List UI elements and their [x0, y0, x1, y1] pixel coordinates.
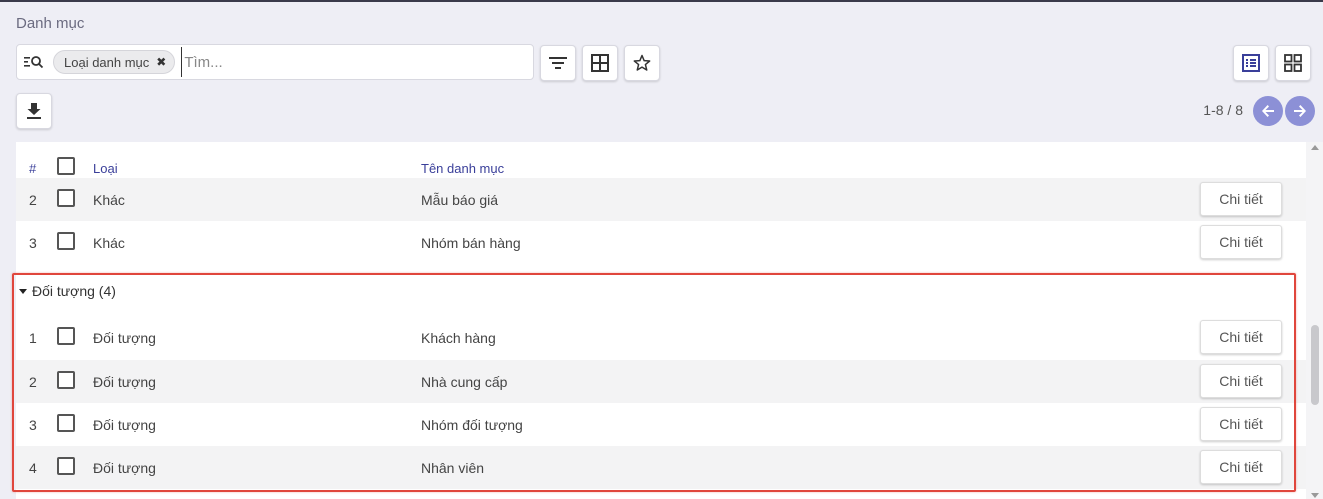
row-name: Nhà cung cấp	[421, 374, 508, 390]
detail-button[interactable]: Chi tiết	[1200, 225, 1282, 259]
row-index: 1	[29, 330, 37, 346]
list-view-icon	[1242, 54, 1260, 72]
next-page-button[interactable]	[1285, 96, 1315, 126]
row-checkbox[interactable]	[57, 457, 75, 475]
download-button[interactable]	[16, 93, 52, 129]
data-table: # Loại Tên danh mục 2 Khác Mẫu báo giá C…	[16, 142, 1306, 499]
group-header[interactable]: Đối tượng (4)	[19, 283, 116, 299]
row-index: 2	[29, 374, 37, 390]
column-name[interactable]: Tên danh mục	[421, 161, 504, 176]
row-index: 3	[29, 417, 37, 433]
filter-chip-label: Loại danh mục	[64, 54, 150, 70]
row-type: Đối tượng	[93, 374, 156, 390]
table-row[interactable]: 2 Đối tượng Nhà cung cấp Chi tiết	[16, 360, 1306, 403]
arrow-left-icon	[1262, 105, 1274, 117]
group-by-button[interactable]	[582, 45, 618, 81]
select-all-checkbox[interactable]	[57, 157, 75, 175]
column-type[interactable]: Loại	[93, 161, 118, 176]
filter-chip: Loại danh mục ✖	[53, 50, 176, 74]
row-type: Đối tượng	[93, 330, 156, 346]
kanban-view-icon	[1284, 54, 1302, 72]
column-index: #	[29, 161, 37, 176]
download-icon	[27, 103, 41, 119]
filter-button[interactable]	[540, 45, 576, 81]
kanban-view-button[interactable]	[1275, 45, 1311, 81]
search-input[interactable]	[181, 47, 533, 77]
filter-icon	[549, 57, 567, 69]
arrow-right-icon	[1294, 105, 1306, 117]
search-box[interactable]: Loại danh mục ✖	[16, 44, 534, 80]
row-checkbox[interactable]	[57, 232, 75, 250]
table-row[interactable]: 3 Đối tượng Nhóm đối tượng Chi tiết	[16, 403, 1306, 446]
favorite-button[interactable]	[624, 45, 660, 81]
row-name: Mẫu báo giá	[421, 192, 499, 208]
page-title: Danh mục	[16, 15, 85, 32]
row-type: Đối tượng	[93, 460, 156, 476]
row-checkbox[interactable]	[57, 371, 75, 389]
detail-button[interactable]: Chi tiết	[1200, 450, 1282, 484]
table-row[interactable]: 1 Đối tượng Khách hàng Chi tiết	[16, 316, 1306, 359]
scroll-up-icon[interactable]	[1311, 145, 1319, 150]
row-checkbox[interactable]	[57, 414, 75, 432]
row-name: Khách hàng	[421, 330, 496, 346]
prev-page-button[interactable]	[1253, 96, 1283, 126]
detail-button[interactable]: Chi tiết	[1200, 182, 1282, 216]
row-type: Khác	[93, 192, 125, 208]
row-index: 4	[29, 460, 37, 476]
group-by-icon	[591, 54, 609, 72]
row-type: Khác	[93, 235, 125, 251]
table-row[interactable]: 3 Khác Nhóm bán hàng Chi tiết	[16, 221, 1306, 264]
detail-button[interactable]: Chi tiết	[1200, 364, 1282, 398]
table-row[interactable]: 2 Khác Mẫu báo giá Chi tiết	[16, 178, 1306, 221]
detail-button[interactable]: Chi tiết	[1200, 407, 1282, 441]
row-name: Nhóm đối tượng	[421, 417, 523, 433]
detail-button[interactable]: Chi tiết	[1200, 320, 1282, 354]
scrollbar[interactable]	[1306, 142, 1323, 499]
caret-down-icon	[19, 288, 27, 294]
list-view-button[interactable]	[1233, 45, 1269, 81]
search-options-icon[interactable]	[23, 51, 45, 73]
row-index: 3	[29, 235, 37, 251]
row-checkbox[interactable]	[57, 189, 75, 207]
row-checkbox[interactable]	[57, 327, 75, 345]
close-icon[interactable]: ✖	[156, 55, 166, 69]
row-name: Nhân viên	[421, 460, 485, 476]
table-row[interactable]: 4 Đối tượng Nhân viên Chi tiết	[16, 446, 1306, 489]
scrollbar-thumb[interactable]	[1311, 325, 1319, 405]
pager-range: 1-8 / 8	[1203, 102, 1243, 118]
row-name: Nhóm bán hàng	[421, 235, 521, 251]
app-window: Danh mục Loại danh mục ✖ Tìm... 1-8 / 8 …	[0, 0, 1323, 499]
row-index: 2	[29, 192, 37, 208]
group-label: Đối tượng (4)	[32, 283, 116, 299]
scroll-down-icon[interactable]	[1311, 493, 1319, 498]
favorite-star-icon	[633, 54, 651, 71]
row-type: Đối tượng	[93, 417, 156, 433]
